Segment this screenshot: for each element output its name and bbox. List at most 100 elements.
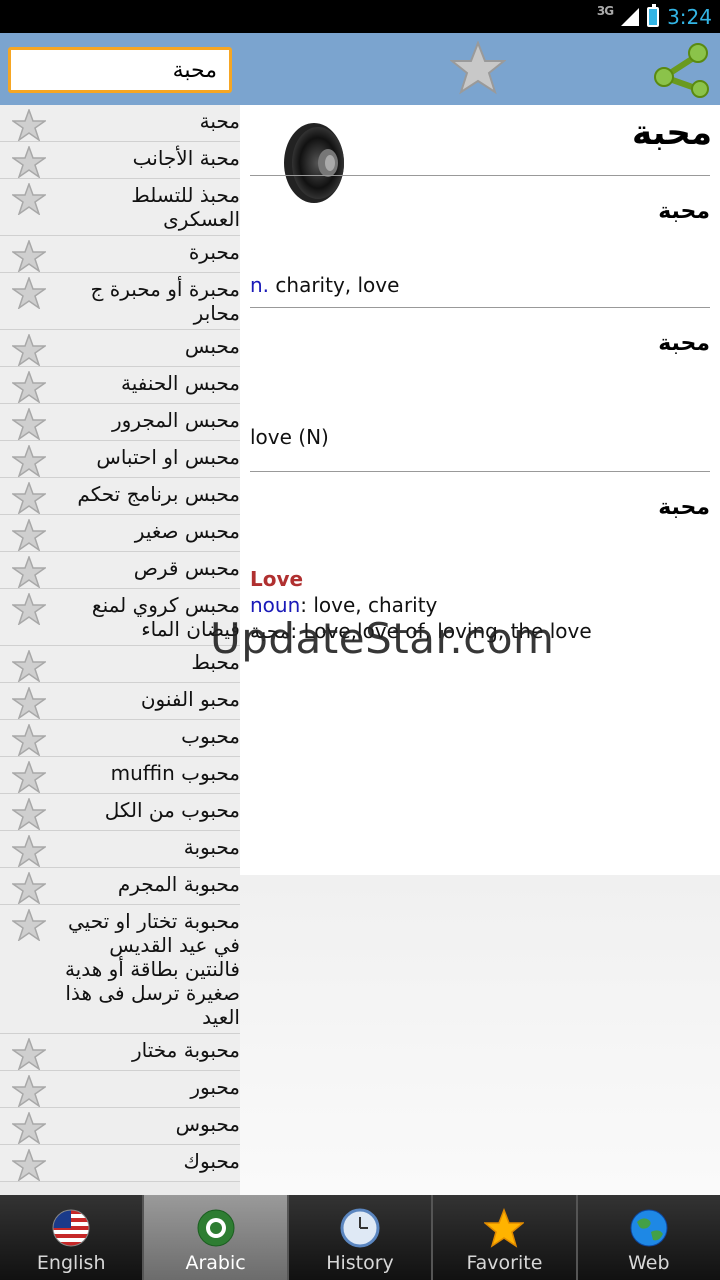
speaker-icon[interactable] bbox=[274, 119, 350, 205]
favorite-star-icon[interactable] bbox=[12, 482, 46, 514]
list-item-text: محبوك bbox=[183, 1149, 240, 1173]
favorite-star-icon[interactable] bbox=[12, 687, 46, 719]
favorite-star-icon[interactable] bbox=[12, 1112, 46, 1144]
list-item[interactable]: محبوك bbox=[0, 1145, 240, 1182]
favorite-star-icon[interactable] bbox=[12, 909, 46, 941]
list-item[interactable]: محبس كروي لمنع فيضان الماء bbox=[0, 589, 240, 646]
favorite-star-icon[interactable] bbox=[12, 519, 46, 551]
favorite-star-icon[interactable] bbox=[12, 371, 46, 403]
list-item[interactable]: محبرة bbox=[0, 236, 240, 273]
list-item-text: محبور bbox=[190, 1075, 240, 1099]
list-item[interactable]: محبس صغير bbox=[0, 515, 240, 552]
list-item-text: محبس كروي لمنع فيضان الماء bbox=[91, 593, 240, 641]
list-item[interactable]: محبرة أو محبرة ج محابر bbox=[0, 273, 240, 330]
network-type: 3G bbox=[596, 3, 614, 18]
tab-label: English bbox=[36, 1252, 106, 1274]
list-item-text: محبوب من الكل bbox=[104, 798, 240, 822]
list-item[interactable]: محبوب bbox=[0, 720, 240, 757]
us-flag-icon bbox=[52, 1209, 90, 1247]
list-item[interactable]: محبوبة bbox=[0, 831, 240, 868]
tab-history[interactable]: History bbox=[288, 1195, 434, 1280]
tab-english[interactable]: English bbox=[0, 1195, 145, 1280]
favorite-star-icon[interactable] bbox=[12, 556, 46, 588]
favorite-star-icon[interactable] bbox=[12, 445, 46, 477]
list-item[interactable]: محبوبة المجرم bbox=[0, 868, 240, 905]
list-item[interactable]: محبة الأجانب bbox=[0, 142, 240, 179]
list-item[interactable]: محبذ للتسلط العسكرى bbox=[0, 179, 240, 236]
tab-label: History bbox=[326, 1252, 394, 1274]
battery-icon bbox=[647, 3, 660, 27]
list-item[interactable]: محبوس bbox=[0, 1108, 240, 1145]
part-of-speech: n. bbox=[250, 273, 270, 297]
favorite-star-icon[interactable] bbox=[12, 277, 46, 309]
section-word: محبة bbox=[658, 495, 710, 520]
star-icon bbox=[484, 1208, 525, 1248]
tab-web[interactable]: Web bbox=[577, 1195, 720, 1280]
list-item[interactable]: محبو الفنون bbox=[0, 683, 240, 720]
favorite-star-icon[interactable] bbox=[12, 650, 46, 682]
list-item[interactable]: محبس المجرور bbox=[0, 404, 240, 441]
word-list[interactable]: محبة محبة الأجانب محبذ للتسلط العسكرى محبرة… bbox=[0, 105, 240, 1182]
list-item[interactable]: محبوب من الكل bbox=[0, 794, 240, 831]
definition-text: charity, love bbox=[269, 273, 400, 297]
list-item-text: محبة bbox=[199, 109, 240, 133]
example-line: محبة: Love,love of, loving, the love bbox=[250, 619, 592, 643]
word-list-panel: محبة محبة الأجانب محبذ للتسلط العسكرى محبرة… bbox=[0, 33, 240, 1195]
share-icon[interactable] bbox=[654, 39, 712, 99]
bottom-tab-bar: English Arabic History Favorite Web bbox=[0, 1195, 720, 1280]
favorite-star-icon[interactable] bbox=[12, 334, 46, 366]
search-input[interactable] bbox=[8, 47, 232, 93]
list-item[interactable]: محبوبة مختار bbox=[0, 1034, 240, 1071]
tab-label: Favorite bbox=[466, 1252, 543, 1274]
favorite-star-icon[interactable] bbox=[12, 109, 46, 141]
search-bar bbox=[0, 33, 240, 105]
favorite-star-icon[interactable] bbox=[12, 240, 46, 272]
favorite-star-icon[interactable] bbox=[450, 41, 506, 95]
favorite-star-icon[interactable] bbox=[12, 183, 46, 215]
list-item-text: محبس صغير bbox=[134, 519, 240, 543]
list-item[interactable]: محبس برنامج تحكم bbox=[0, 478, 240, 515]
list-item[interactable]: محبط bbox=[0, 646, 240, 683]
tab-label: Web bbox=[628, 1252, 670, 1274]
list-item[interactable]: محبس او احتباس bbox=[0, 441, 240, 478]
definition-line: love (N) bbox=[250, 425, 329, 449]
favorite-star-icon[interactable] bbox=[12, 872, 46, 904]
favorite-star-icon[interactable] bbox=[12, 593, 46, 625]
favorite-star-icon[interactable] bbox=[12, 798, 46, 830]
favorite-star-icon[interactable] bbox=[12, 408, 46, 440]
list-item-text: محبرة bbox=[188, 240, 240, 264]
favorite-star-icon[interactable] bbox=[12, 1075, 46, 1107]
arab-league-icon bbox=[197, 1209, 235, 1247]
list-item[interactable]: محبس bbox=[0, 330, 240, 367]
list-item[interactable]: محبوب muffin bbox=[0, 757, 240, 794]
tab-favorite[interactable]: Favorite bbox=[433, 1195, 578, 1280]
favorite-star-icon[interactable] bbox=[12, 724, 46, 756]
list-item-text: محبس او احتباس bbox=[96, 445, 240, 469]
list-item-text: محبوس bbox=[175, 1112, 240, 1136]
list-item-text: محبس برنامج تحكم bbox=[77, 482, 240, 506]
status-time: 3:24 bbox=[667, 4, 712, 29]
list-item-text: محبس المجرور bbox=[112, 408, 240, 432]
list-item-text: محبة الأجانب bbox=[132, 146, 240, 170]
content-background bbox=[240, 875, 720, 1195]
list-item[interactable]: محبة bbox=[0, 105, 240, 142]
list-item-text: محبط bbox=[191, 650, 240, 674]
entry-toolbar bbox=[240, 33, 720, 105]
divider bbox=[250, 471, 710, 472]
list-item[interactable]: محبور bbox=[0, 1071, 240, 1108]
entry-content: محبة محبة n. charity, love محبة love (N)… bbox=[240, 105, 720, 875]
favorite-star-icon[interactable] bbox=[12, 1038, 46, 1070]
list-item[interactable]: محبس الحنفية bbox=[0, 367, 240, 404]
favorite-star-icon[interactable] bbox=[12, 761, 46, 793]
favorite-star-icon[interactable] bbox=[12, 835, 46, 867]
favorite-star-icon[interactable] bbox=[12, 1149, 46, 1181]
list-item[interactable]: محبوبة تختار او تحيي في عيد القديس فالنت… bbox=[0, 905, 240, 1034]
definition-line: n. charity, love bbox=[250, 273, 399, 297]
definition-line: noun: love, charity bbox=[250, 593, 437, 617]
list-item-text: محبوبة المجرم bbox=[117, 872, 240, 896]
part-of-speech: noun bbox=[250, 593, 301, 617]
favorite-star-icon[interactable] bbox=[12, 146, 46, 178]
tab-arabic[interactable]: Arabic bbox=[144, 1195, 289, 1280]
status-bar: 3G 3:24 bbox=[0, 0, 720, 33]
list-item[interactable]: محبس قرص bbox=[0, 552, 240, 589]
